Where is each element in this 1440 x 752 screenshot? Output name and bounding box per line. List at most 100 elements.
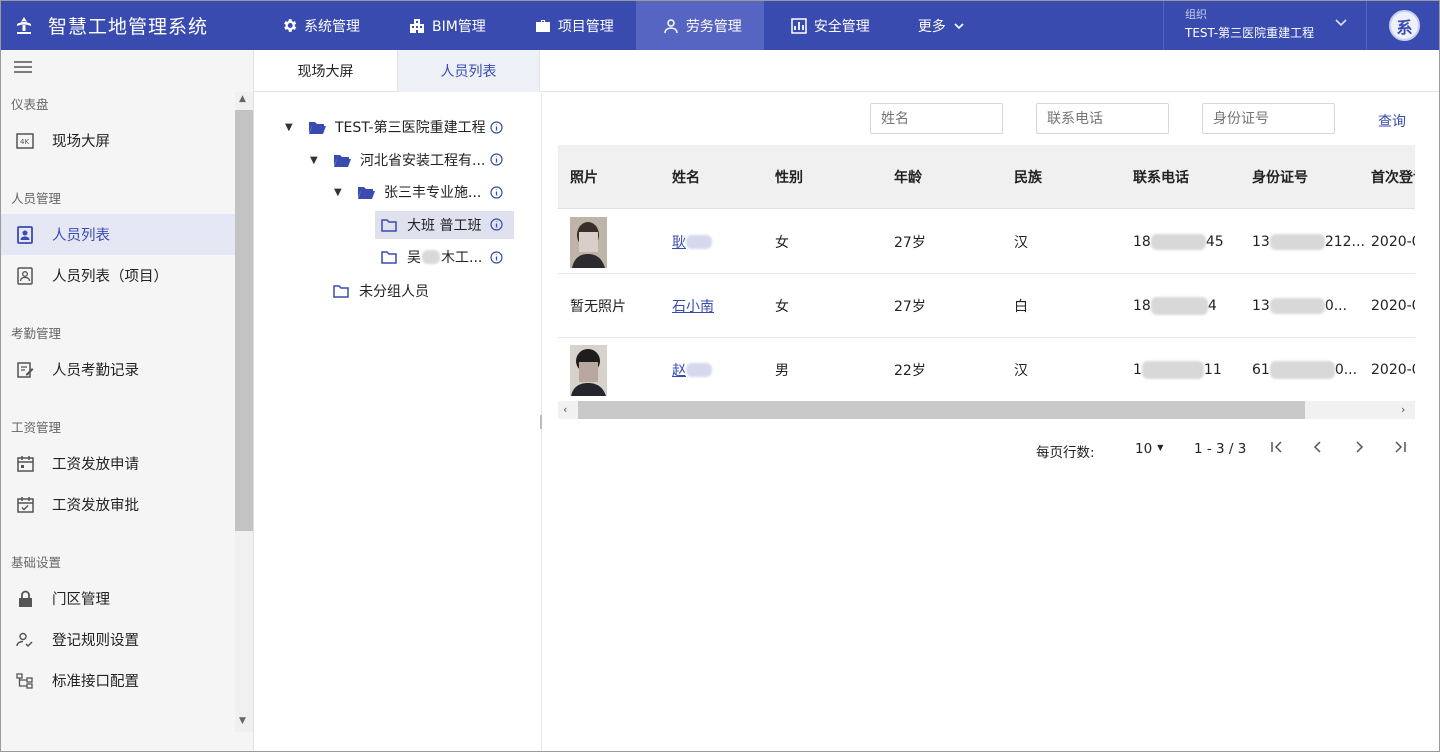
column-header[interactable]: 民族 (1014, 145, 1042, 209)
redacted-text (1141, 361, 1204, 379)
id-tail: 0... (1324, 298, 1348, 314)
column-header[interactable]: 照片 (570, 145, 598, 209)
tree-node-project[interactable]: ▼ TEST-第三医院重建工程 (285, 113, 486, 141)
column-header[interactable]: 姓名 (672, 145, 700, 209)
table-row[interactable]: 耿 女 27岁 汉 1845 13212... 2020-08 (558, 210, 1415, 274)
last-page-icon[interactable] (1392, 439, 1408, 455)
avatar[interactable]: 系 (1389, 10, 1420, 41)
query-button[interactable]: 查询 (1378, 111, 1406, 131)
sidebar-item-personnel-list[interactable]: 人员列表 (1, 214, 235, 255)
person-photo[interactable] (570, 216, 607, 268)
tree-node-label: TEST-第三医院重建工程 (335, 120, 486, 136)
person-name: 耿 (672, 235, 686, 251)
folder-open-icon (309, 120, 326, 134)
group-label-basic-settings: 基础设置 (11, 555, 62, 570)
next-page-icon[interactable] (1351, 439, 1367, 455)
redacted-text (1150, 297, 1208, 315)
column-header[interactable]: 性别 (775, 145, 803, 209)
info-icon[interactable] (490, 145, 503, 173)
phone-tail: 11 (1203, 362, 1222, 378)
sidebar-item-gate[interactable]: 门区管理 (1, 578, 235, 619)
ethnic-cell: 汉 (1014, 235, 1028, 251)
phone-cell: 18 45 (1133, 210, 1224, 274)
tree-node-company[interactable]: ▼ 河北省安装工程有... (310, 146, 485, 174)
phone-cell: 1 11 (1133, 338, 1222, 402)
sidebar-scrollbar[interactable]: ▲ ▼ (235, 92, 253, 732)
person-name-link[interactable]: 石小南 (672, 274, 714, 338)
group-label-attendance: 考勤管理 (11, 326, 62, 341)
tab-site-screen[interactable]: 现场大屏 (254, 50, 397, 92)
column-header[interactable]: 年龄 (894, 145, 922, 209)
gender-cell: 男 (775, 363, 789, 379)
phone-tail: 4 (1207, 298, 1217, 314)
nav-project[interactable]: 项目管理 (508, 1, 636, 50)
sidebar-item-personnel-list-project[interactable]: 人员列表（项目） (1, 255, 235, 296)
scrollbar-thumb[interactable] (235, 110, 253, 531)
caret-down-icon[interactable]: ▼ (310, 155, 320, 166)
column-header[interactable]: 首次登记 (1371, 145, 1415, 209)
id-badge-icon (15, 225, 35, 245)
info-icon[interactable] (490, 113, 503, 141)
phone-head: 18 (1133, 234, 1151, 250)
nav-label: BIM管理 (432, 18, 486, 35)
id-number-input[interactable] (1202, 103, 1335, 134)
person-icon (662, 17, 680, 35)
sidebar-item-label: 标准接口配置 (52, 674, 139, 690)
tab-personnel-list[interactable]: 人员列表 (397, 50, 540, 92)
tree-node-team-selected[interactable]: 大班 普工班 (375, 211, 514, 239)
caret-down-icon[interactable]: ▼ (334, 187, 344, 198)
org-selector[interactable]: 组织 TEST-第三医院重建工程 (1163, 1, 1367, 50)
folder-icon (381, 250, 398, 264)
photo-cell (570, 210, 607, 274)
table-row[interactable]: 赵 男 22岁 汉 111 610... 2020-08 (558, 338, 1415, 402)
org-tree: ▼ TEST-第三医院重建工程 ▼ 河北省安装工程有... ▼ 张三丰专业施..… (254, 93, 542, 751)
calendar-check-icon (15, 495, 35, 515)
top-navbar: 智慧工地管理系统 系统管理 BIM管理 项目管理 劳务管理 安全管理 更多 组织… (1, 1, 1439, 50)
scroll-down-icon[interactable]: ▼ (239, 716, 246, 726)
panel-resize-handle[interactable] (540, 415, 542, 429)
person-photo[interactable] (570, 344, 607, 396)
redacted-text (1269, 361, 1335, 379)
first-page-icon[interactable] (1269, 439, 1285, 455)
photo-cell (570, 338, 607, 402)
info-icon[interactable] (490, 218, 503, 235)
rows-per-page-select[interactable]: 10 ▼ (1135, 441, 1163, 457)
prev-page-icon[interactable] (1310, 439, 1326, 455)
nav-bim[interactable]: BIM管理 (382, 1, 508, 50)
nav-labor[interactable]: 劳务管理 (635, 1, 764, 50)
sidebar-item-site-screen[interactable]: 4K 现场大屏 (1, 120, 235, 161)
person-name-link[interactable]: 耿 (672, 210, 712, 274)
sidebar-item-interface-config[interactable]: 标准接口配置 (1, 660, 235, 701)
menu-icon[interactable] (14, 60, 32, 74)
scroll-left-icon[interactable]: ‹ (563, 403, 567, 416)
tree-node-ungrouped[interactable]: 未分组人员 (333, 277, 429, 305)
person-name-link[interactable]: 赵 (672, 338, 712, 402)
nav-safety[interactable]: 安全管理 (764, 1, 892, 50)
table-horizontal-scrollbar[interactable]: ‹ › (558, 401, 1415, 419)
name-input[interactable] (870, 103, 1003, 134)
gender-cell: 女 (775, 299, 789, 315)
sidebar-item-wage-approve[interactable]: 工资发放审批 (1, 484, 235, 525)
nav-more[interactable]: 更多 (892, 1, 990, 50)
sidebar-item-wage-apply[interactable]: 工资发放申请 (1, 443, 235, 484)
phone-input[interactable] (1036, 103, 1169, 134)
brand[interactable]: 智慧工地管理系统 (1, 1, 254, 50)
page-range: 1 - 3 / 3 (1194, 441, 1247, 457)
redacted-text (1269, 234, 1325, 250)
sidebar-item-attendance-record[interactable]: 人员考勤记录 (1, 349, 235, 390)
info-icon[interactable] (490, 178, 503, 206)
tree-node-team-2[interactable]: 吴 木工... (381, 243, 482, 271)
scroll-up-icon[interactable]: ▲ (239, 94, 246, 104)
sidebar-item-registration-rules[interactable]: 登记规则设置 (1, 619, 235, 660)
tree-node-subcontractor[interactable]: ▼ 张三丰专业施... (334, 178, 481, 206)
nav-system[interactable]: 系统管理 (254, 1, 382, 50)
scroll-right-icon[interactable]: › (1401, 403, 1405, 416)
chart-icon (790, 17, 808, 35)
table-row[interactable]: 暂无照片 石小南 女 27岁 白 18 4 13 0... 2020-08 (558, 274, 1415, 338)
caret-down-icon[interactable]: ▼ (285, 122, 295, 133)
scrollbar-thumb[interactable] (578, 401, 1305, 419)
column-header[interactable]: 联系电话 (1133, 145, 1189, 209)
column-header[interactable]: 身份证号 (1252, 145, 1308, 209)
rows-per-page-label: 每页行数: (1036, 445, 1095, 461)
info-icon[interactable] (490, 243, 503, 271)
